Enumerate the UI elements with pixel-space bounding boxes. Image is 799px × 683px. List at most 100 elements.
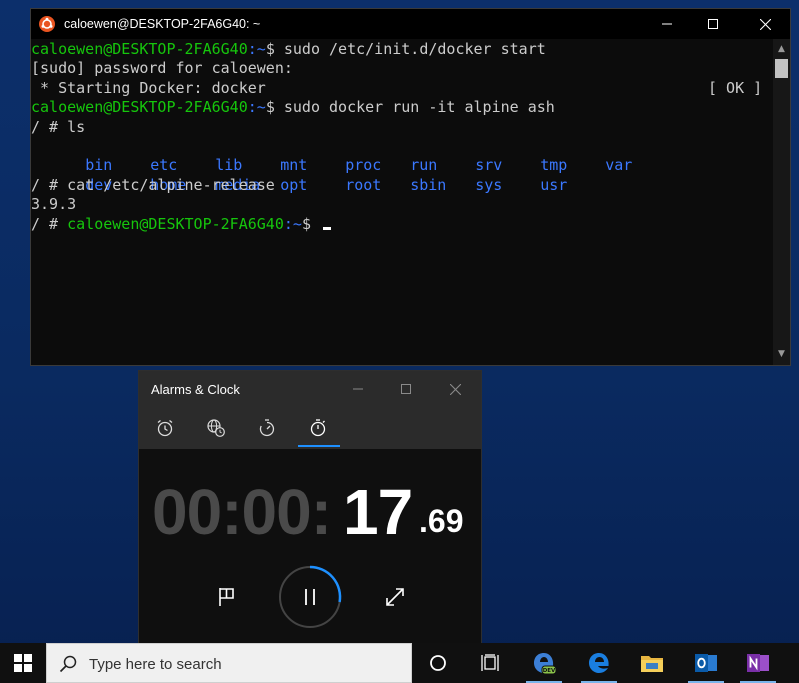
file-explorer-button[interactable]: [628, 643, 676, 683]
stopwatch-fraction: .69: [419, 503, 464, 539]
prompt-user: caloewen@DESKTOP-2FA6G40: [31, 98, 248, 117]
stopwatch-time: 00:00: 17 .69: [139, 473, 481, 553]
dir-entry: run: [410, 156, 438, 175]
dir-entry: var: [605, 156, 633, 175]
maximize-button[interactable]: [383, 371, 429, 407]
dir-entry: tmp: [540, 156, 568, 175]
taskbar: Type here to search DEV: [0, 643, 799, 683]
clock-titlebar[interactable]: Alarms & Clock: [139, 371, 481, 407]
dir-entry: mnt: [280, 156, 308, 175]
dir-entry: bin: [85, 156, 113, 175]
command-text: $ sudo /etc/init.d/docker start: [265, 40, 546, 58]
text-cursor: [323, 226, 331, 230]
minimize-icon: [662, 23, 672, 25]
world-clock-icon: [207, 419, 225, 437]
minimize-icon: [353, 388, 363, 390]
terminal-line: caloewen@DESKTOP-2FA6G40:~$ sudo docker …: [31, 98, 772, 117]
terminal-scrollbar[interactable]: ▲ ▼: [773, 39, 790, 365]
terminal-window[interactable]: caloewen@DESKTOP-2FA6G40: ~ caloewen@DES…: [30, 8, 791, 366]
stopwatch-icon: [310, 419, 326, 437]
command-text: $ sudo docker run -it alpine ash: [265, 98, 555, 117]
scroll-up-arrow-icon[interactable]: ▲: [773, 41, 790, 58]
start-button[interactable]: [0, 643, 46, 683]
tab-world-clock[interactable]: [196, 411, 236, 445]
terminal-line: 3.9.3: [31, 195, 77, 214]
close-icon: [759, 18, 771, 30]
expand-icon: [386, 588, 404, 606]
dir-entry: root: [345, 175, 382, 194]
dir-entry: srv: [475, 156, 503, 175]
scrollbar-thumb[interactable]: [775, 59, 788, 78]
close-button[interactable]: [432, 371, 478, 407]
dir-entry: usr: [540, 175, 568, 194]
prompt-symbol: $: [301, 214, 311, 233]
shell-prompt: / #: [31, 214, 68, 233]
edge-icon: [589, 653, 609, 673]
dir-entry: etc: [150, 156, 178, 175]
onenote-icon: [747, 654, 769, 672]
outlook-icon: [695, 654, 717, 672]
stopwatch-panel: 00:00: 17 .69: [139, 449, 481, 644]
close-button[interactable]: [742, 9, 788, 39]
tab-alarm[interactable]: [145, 411, 185, 445]
window-title: Alarms & Clock: [151, 382, 240, 397]
maximize-button[interactable]: [690, 9, 736, 39]
output-text: * Starting Docker: docker: [31, 78, 266, 97]
minimize-button[interactable]: [644, 9, 690, 39]
lap-button[interactable]: [211, 581, 243, 613]
prompt-path: :~: [283, 214, 302, 233]
terminal-line: / # caloewen@DESKTOP-2FA6G40:~$: [31, 215, 772, 234]
pause-icon: [279, 565, 342, 628]
taskbar-search-box[interactable]: Type here to search: [46, 643, 412, 683]
edge-dev-button[interactable]: DEV: [520, 643, 568, 683]
cortana-button[interactable]: [414, 643, 462, 683]
alarm-clock-icon: [157, 419, 173, 437]
terminal-line: [sudo] password for caloewen:: [31, 59, 293, 78]
prompt-path: :~: [247, 98, 266, 117]
outlook-button[interactable]: [682, 643, 730, 683]
tab-timer[interactable]: [247, 411, 287, 445]
folder-icon: [641, 656, 663, 672]
terminal-title: caloewen@DESKTOP-2FA6G40: ~: [64, 17, 261, 31]
maximize-icon: [401, 384, 411, 394]
timer-icon: [259, 419, 275, 437]
edge-dev-icon: DEV: [534, 653, 557, 675]
pause-button[interactable]: [278, 565, 342, 629]
ubuntu-icon: [39, 16, 55, 32]
alarms-clock-window[interactable]: Alarms & Clock 00:00: 17 .69: [138, 370, 482, 645]
close-icon: [449, 383, 461, 395]
svg-text:DEV: DEV: [543, 668, 556, 674]
search-icon: [59, 655, 77, 673]
expand-button[interactable]: [379, 581, 411, 613]
terminal-line: / # ls: [31, 117, 86, 136]
tab-stopwatch[interactable]: [298, 411, 338, 445]
cortana-icon: [430, 655, 446, 671]
dir-entry: opt: [280, 175, 308, 194]
search-placeholder: Type here to search: [89, 656, 222, 673]
selected-tab-indicator: [298, 445, 340, 447]
dir-entry: lib: [215, 156, 243, 175]
scroll-down-arrow-icon[interactable]: ▼: [773, 346, 790, 363]
terminal-line: caloewen@DESKTOP-2FA6G40:~$ sudo /etc/in…: [31, 40, 772, 59]
dir-entry: sbin: [410, 175, 447, 194]
prompt-user: caloewen@DESKTOP-2FA6G40: [67, 214, 284, 233]
stopwatch-hours-minutes: 00:00:: [152, 476, 332, 548]
prompt-path: :~: [247, 40, 266, 58]
prompt-user: caloewen@DESKTOP-2FA6G40: [31, 40, 248, 58]
windows-logo-icon: [14, 654, 32, 672]
maximize-icon: [708, 19, 718, 29]
minimize-button[interactable]: [335, 371, 381, 407]
ls-row: bin etc lib mnt proc run srv tmp var: [31, 137, 772, 174]
terminal-titlebar[interactable]: caloewen@DESKTOP-2FA6G40: ~: [31, 9, 790, 39]
terminal-line: * Starting Docker: docker [ OK ]: [31, 79, 772, 98]
stopwatch-seconds: 17: [343, 476, 413, 548]
flag-icon: [219, 588, 234, 606]
dir-entry: proc: [345, 156, 382, 175]
clock-tab-bar: [139, 407, 481, 449]
ok-status: [ OK ]: [708, 78, 763, 97]
terminal-output[interactable]: caloewen@DESKTOP-2FA6G40:~$ sudo /etc/in…: [31, 39, 772, 365]
task-view-button[interactable]: [466, 643, 514, 683]
edge-button[interactable]: [575, 643, 623, 683]
onenote-button[interactable]: [734, 643, 782, 683]
dir-entry: sys: [475, 175, 503, 194]
